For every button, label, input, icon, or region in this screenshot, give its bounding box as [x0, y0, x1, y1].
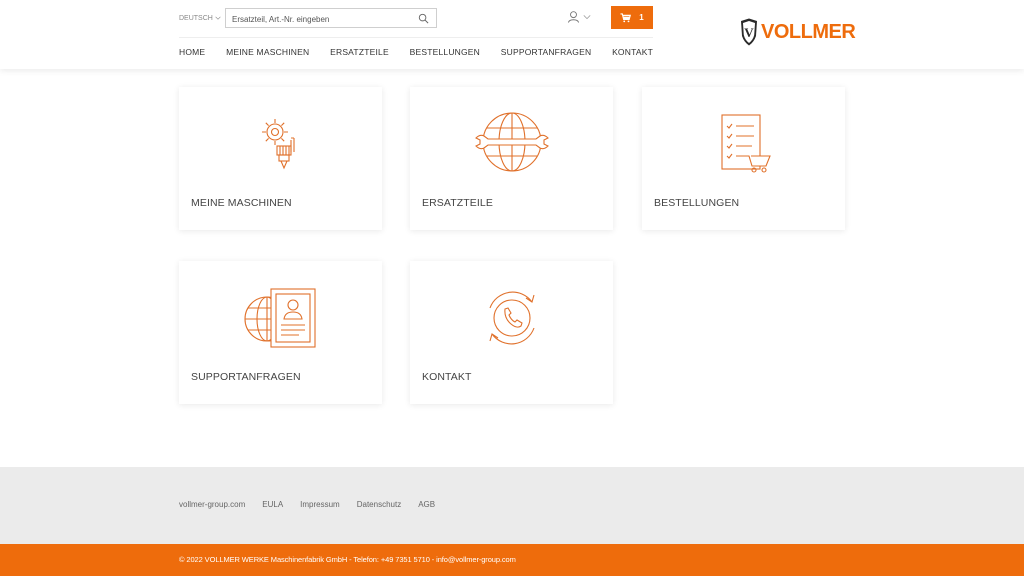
tile-bestellungen[interactable]: BESTELLUNGEN — [642, 87, 845, 230]
tile-supportanfragen[interactable]: SUPPORTANFRAGEN — [179, 261, 382, 404]
tile-label: MEINE MASCHINEN — [191, 197, 292, 209]
footer-link-eula[interactable]: EULA — [262, 500, 283, 509]
cart-icon — [620, 12, 632, 22]
tile-ersatzteile[interactable]: ERSATZTEILE — [410, 87, 613, 230]
machine-gear-icon — [261, 119, 295, 170]
chevron-down-icon — [583, 14, 591, 19]
search-icon[interactable] — [418, 13, 429, 24]
tile-label: SUPPORTANFRAGEN — [191, 371, 301, 383]
tile-kontakt[interactable]: KONTAKT — [410, 261, 613, 404]
nav-item-home[interactable]: HOME — [179, 47, 205, 57]
nav-item-kontakt[interactable]: KONTAKT — [612, 47, 653, 57]
copyright-text: © 2022 VOLLMER WERKE Maschinenfabrik Gmb… — [179, 555, 516, 564]
vollmer-logo[interactable]: V VOLLMER — [740, 18, 856, 46]
nav-item-meine-maschinen[interactable]: MEINE MASCHINEN — [226, 47, 309, 57]
search-input[interactable] — [226, 10, 406, 29]
logo-monogram: V — [744, 25, 754, 40]
footer-link-vollmer-group[interactable]: vollmer-group.com — [179, 500, 245, 509]
checklist-cart-icon — [720, 114, 771, 173]
nav-item-supportanfragen[interactable]: SUPPORTANFRAGEN — [501, 47, 592, 57]
tile-meine-maschinen[interactable]: MEINE MASCHINEN — [179, 87, 382, 230]
cart-button[interactable]: 1 — [611, 6, 653, 29]
nav-item-ersatzteile[interactable]: ERSATZTEILE — [330, 47, 389, 57]
footer-copyright-bar: © 2022 VOLLMER WERKE Maschinenfabrik Gmb… — [0, 544, 1024, 576]
footer-links: vollmer-group.com EULA Impressum Datensc… — [179, 500, 435, 509]
globe-profile-icon — [243, 288, 316, 348]
language-label: DEUTSCH — [179, 14, 213, 22]
nav-item-bestellungen[interactable]: BESTELLUNGEN — [410, 47, 480, 57]
user-icon — [567, 11, 580, 23]
main-nav: HOME MEINE MASCHINEN ERSATZTEILE BESTELL… — [179, 37, 653, 65]
footer-link-datenschutz[interactable]: Datenschutz — [357, 500, 401, 509]
vollmer-shield-icon: V — [741, 18, 757, 46]
tile-label: BESTELLUNGEN — [654, 197, 740, 209]
tile-label: KONTAKT — [422, 371, 472, 383]
user-menu[interactable] — [567, 10, 591, 23]
chevron-down-icon — [215, 16, 221, 20]
language-selector[interactable]: DEUTSCH — [179, 12, 221, 24]
footer-link-impressum[interactable]: Impressum — [300, 500, 340, 509]
footer-link-agb[interactable]: AGB — [418, 500, 435, 509]
footer-links-bar: vollmer-group.com EULA Impressum Datensc… — [0, 467, 1024, 544]
tile-label: ERSATZTEILE — [422, 197, 493, 209]
phone-refresh-icon — [488, 291, 535, 345]
logo-text: VOLLMER — [761, 21, 856, 43]
cart-count: 1 — [639, 13, 644, 22]
site-header: DEUTSCH 1 V VOLLMER HOME MEINE MASCHINEN… — [0, 0, 1024, 69]
globe-wrench-icon — [474, 112, 549, 172]
search-box — [225, 8, 437, 29]
